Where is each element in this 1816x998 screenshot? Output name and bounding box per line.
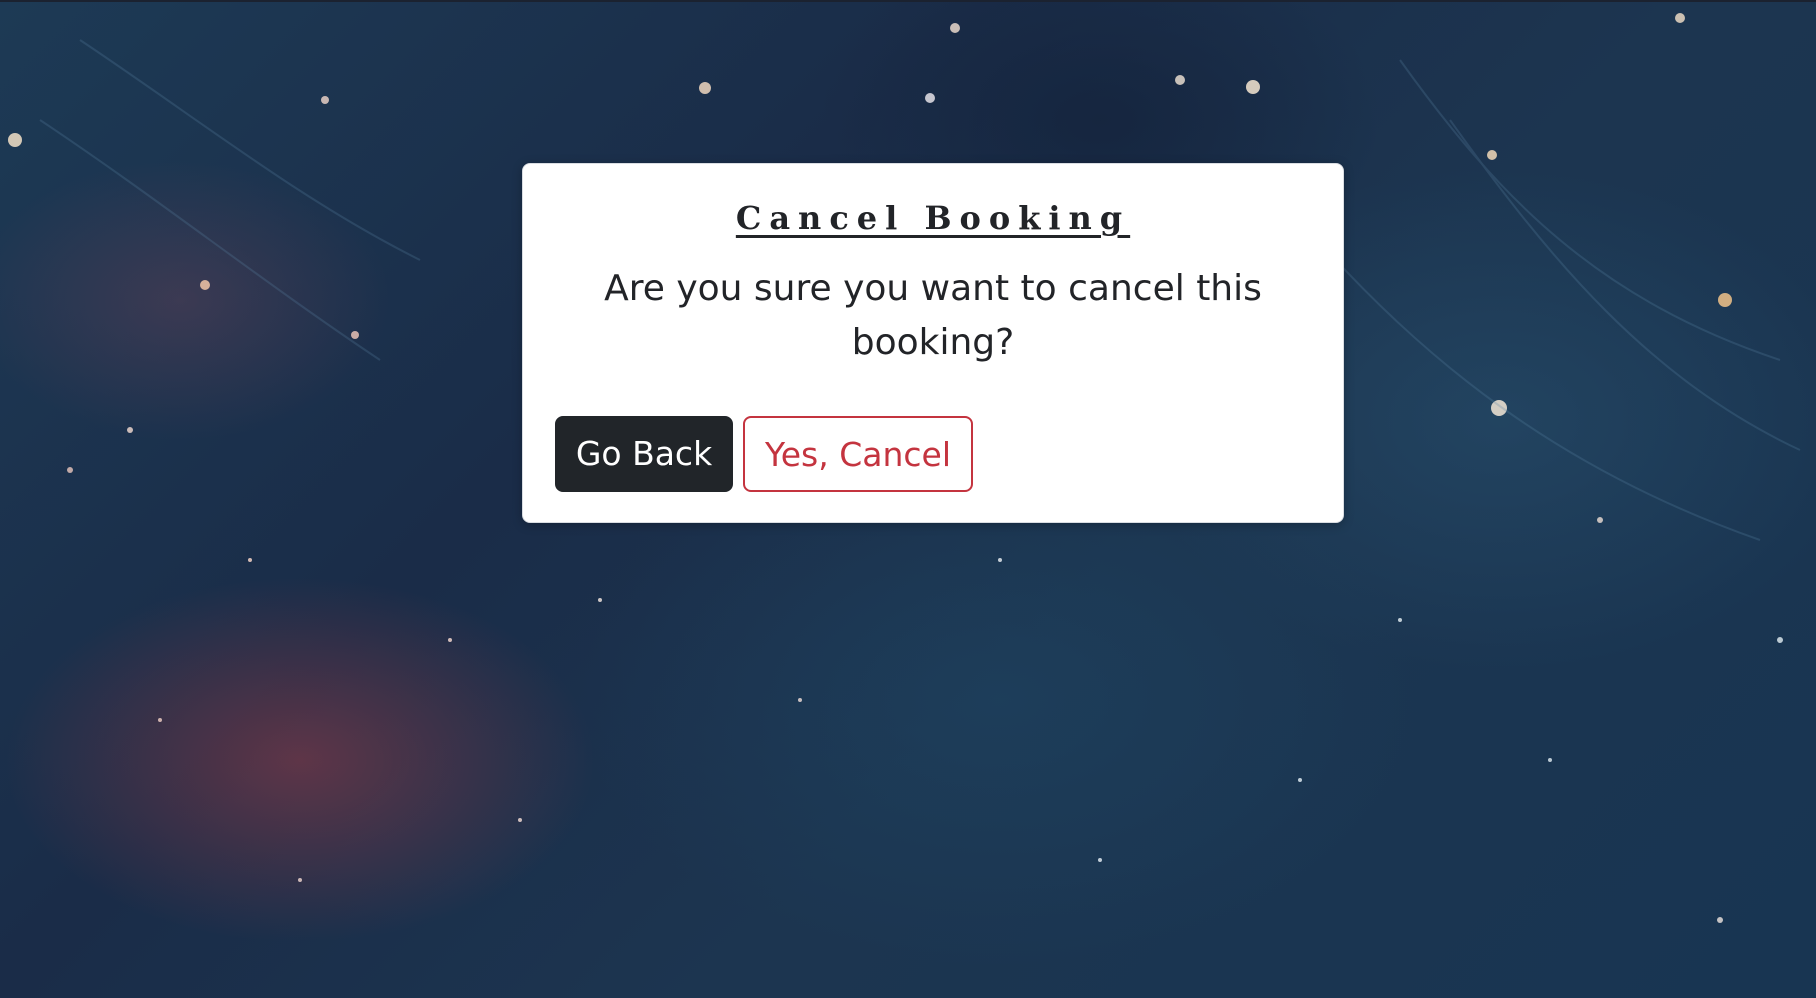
cancel-booking-dialog: Cancel Booking Are you sure you want to … (522, 163, 1344, 523)
dialog-message: Are you sure you want to cancel this boo… (604, 268, 1262, 363)
go-back-button[interactable]: Go Back (555, 416, 733, 492)
dialog-title: Cancel Booking (735, 199, 1131, 237)
confirm-cancel-button[interactable]: Yes, Cancel (743, 416, 973, 492)
